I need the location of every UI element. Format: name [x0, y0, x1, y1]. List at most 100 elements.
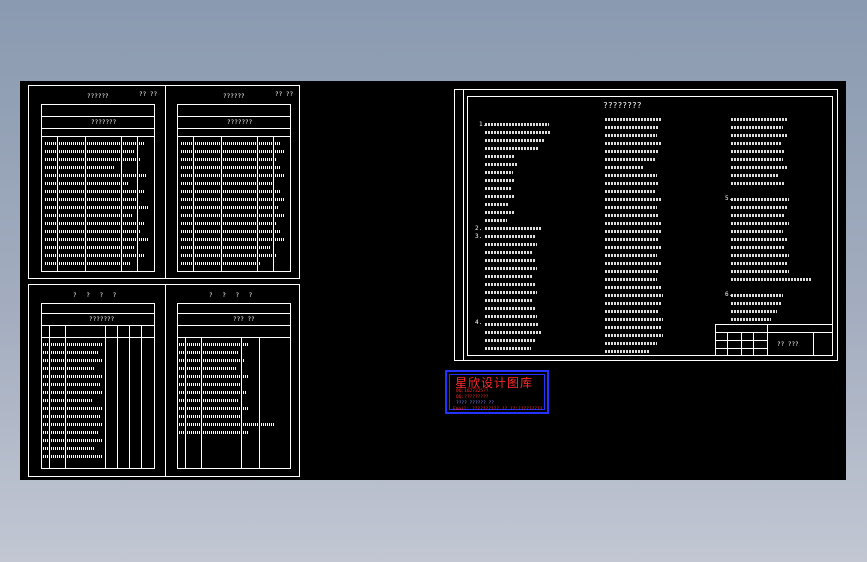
table-row-text	[181, 174, 285, 177]
table-header-line	[41, 116, 155, 117]
stamp-line: Email: ??????????.?? ??:?????????	[453, 407, 543, 412]
table-header-line	[177, 313, 291, 314]
section-marker: 2.	[475, 225, 483, 232]
note-line	[605, 222, 661, 225]
note-line	[605, 318, 663, 321]
table-column-line	[129, 325, 130, 469]
table-row-text	[181, 238, 285, 241]
note-line	[605, 262, 661, 265]
binding-margin-line	[463, 90, 464, 360]
table-subtitle: ???????	[227, 119, 253, 126]
table-row-text	[45, 230, 141, 233]
note-line	[731, 310, 777, 313]
table-row-text	[181, 254, 277, 257]
note-line	[731, 182, 785, 185]
note-line	[605, 126, 659, 129]
drawing-sheet-general-notes[interactable]: ???????? 1. 2. 3. 4. 5. 6. ?? ???	[454, 89, 838, 361]
note-line	[605, 302, 661, 305]
table-row-text	[181, 150, 285, 153]
table-column-line	[257, 136, 258, 272]
table-column-line	[105, 325, 106, 469]
table-row-text	[45, 214, 133, 217]
table-row-text	[45, 190, 145, 193]
table-row-text	[179, 367, 237, 370]
note-line	[605, 166, 643, 169]
note-line	[485, 259, 535, 262]
note-line	[731, 206, 787, 209]
note-line	[605, 230, 661, 233]
note-line	[485, 195, 515, 198]
table-row-text	[45, 150, 135, 153]
title-block-line	[727, 332, 728, 356]
table-subtitle: ???????	[89, 316, 115, 323]
drawing-sheet-parts-list-top[interactable]: ?????? ?? ?? ??????? ?????? ?? ?? ??????…	[28, 85, 300, 279]
table-row-text	[45, 262, 131, 265]
note-line	[485, 331, 541, 334]
table-row-text	[45, 174, 147, 177]
note-line	[605, 254, 657, 257]
table-column-line	[273, 136, 274, 272]
note-line	[605, 190, 655, 193]
table-column-line	[57, 136, 58, 272]
table-column-line	[259, 337, 260, 469]
table-row-text	[45, 166, 115, 169]
table-row-text	[43, 415, 101, 418]
note-line	[731, 214, 785, 217]
note-line	[731, 318, 771, 321]
table-row-text	[43, 431, 99, 434]
table-row-text	[43, 367, 95, 370]
table-row-text	[43, 375, 103, 378]
note-line	[485, 219, 507, 222]
note-line	[485, 155, 515, 158]
table-row-text	[179, 343, 249, 346]
table-row-text	[179, 359, 245, 362]
note-line	[605, 158, 655, 161]
note-line	[485, 171, 513, 174]
stamp-line: ???? ?????? ??	[456, 401, 494, 406]
note-line	[731, 166, 787, 169]
table-column-line	[185, 337, 186, 469]
note-line	[605, 270, 659, 273]
table-row-text	[181, 182, 273, 185]
sheet-title: ? ? ? ?	[73, 292, 120, 299]
table-header-line	[41, 325, 155, 326]
table-row-text	[43, 447, 95, 450]
note-line	[605, 238, 659, 241]
section-marker: 3.	[475, 233, 483, 240]
table-row-text	[181, 214, 285, 217]
drawing-sheet-parts-list-bottom[interactable]: ? ? ? ? ??????? ? ? ? ? ??? ??	[28, 284, 300, 477]
table-row-text	[45, 142, 145, 145]
table-row-text	[43, 399, 93, 402]
note-line	[605, 350, 649, 353]
note-line	[731, 134, 787, 137]
title-block-line	[753, 332, 754, 356]
table-header-line	[177, 116, 291, 117]
note-line	[605, 150, 659, 153]
note-line	[485, 179, 515, 182]
cad-drawing-canvas[interactable]: ?????? ?? ?? ??????? ?????? ?? ?? ??????…	[20, 81, 846, 480]
table-column-line	[121, 136, 122, 272]
table-header-line	[177, 325, 291, 326]
note-line	[485, 211, 515, 214]
table-header-line	[177, 337, 291, 338]
note-line	[605, 182, 659, 185]
note-line	[731, 126, 783, 129]
table-column-line	[85, 136, 86, 272]
table-row-text	[179, 407, 249, 410]
sheet-title: ??????	[223, 93, 245, 100]
table-column-line	[221, 136, 222, 272]
note-line	[731, 238, 787, 241]
table-row-text	[179, 399, 239, 402]
note-line	[485, 275, 533, 278]
table-row-text	[45, 222, 145, 225]
note-line	[485, 291, 537, 294]
note-line	[731, 294, 783, 297]
sheet-code: ?? ??	[275, 91, 294, 98]
note-line	[485, 307, 535, 310]
table-row-text	[181, 198, 285, 201]
table-column-line	[141, 325, 142, 469]
title-block-text: ?? ???	[777, 341, 799, 348]
table-row-text	[43, 343, 103, 346]
title-block-line	[813, 332, 814, 356]
table-column-line	[201, 337, 202, 469]
